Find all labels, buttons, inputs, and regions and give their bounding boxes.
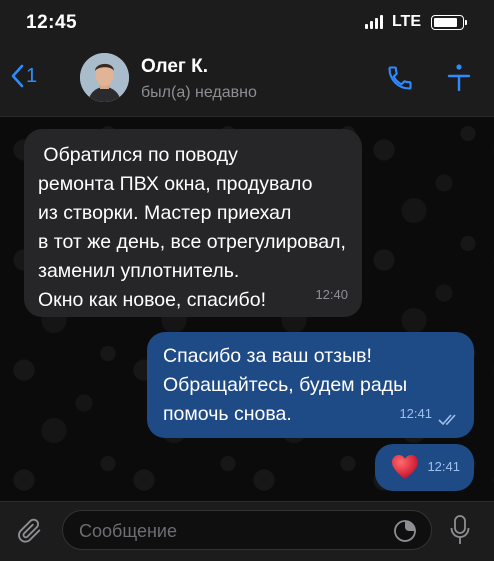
heart-emoji-icon bbox=[392, 455, 418, 479]
attach-button[interactable] bbox=[16, 516, 44, 551]
message-time: 12:41 bbox=[427, 459, 460, 474]
status-indicators: LTE bbox=[364, 13, 467, 31]
contact-name[interactable]: Олег К. bbox=[141, 56, 208, 78]
contact-status: был(а) недавно bbox=[141, 84, 257, 101]
microphone-icon bbox=[450, 515, 470, 544]
composer: Сообщение bbox=[0, 501, 494, 561]
battery-fill bbox=[434, 17, 457, 27]
message-text: Обратился по поводу ремонта ПВХ окна, пр… bbox=[38, 144, 346, 311]
message-time: 12:40 bbox=[315, 287, 348, 302]
status-time: 12:45 bbox=[26, 12, 78, 33]
more-button[interactable] bbox=[446, 62, 472, 99]
outgoing-message[interactable]: Спасибо за ваш отзыв! Обращайтесь, будем… bbox=[147, 332, 474, 438]
message-list[interactable]: Обратился по поводу ремонта ПВХ окна, пр… bbox=[0, 117, 494, 501]
chevron-left-icon bbox=[11, 64, 24, 88]
unread-count: 1 bbox=[26, 64, 38, 87]
message-input[interactable]: Сообщение bbox=[62, 510, 432, 550]
battery-icon bbox=[431, 14, 467, 30]
back-button[interactable]: 1 bbox=[10, 64, 37, 88]
incoming-message[interactable]: Обратился по поводу ремонта ПВХ окна, пр… bbox=[24, 129, 362, 317]
network-label: LTE bbox=[391, 13, 421, 30]
avatar-photo bbox=[80, 53, 129, 102]
message-time: 12:41 bbox=[399, 406, 432, 421]
status-bar: 12:45 LTE bbox=[0, 0, 494, 44]
outgoing-emoji-message[interactable]: 12:41 bbox=[375, 444, 474, 491]
avatar[interactable] bbox=[80, 53, 129, 102]
phone-icon bbox=[388, 66, 412, 90]
paperclip-icon bbox=[18, 518, 41, 543]
more-vertical-icon bbox=[447, 64, 471, 92]
read-checkmark-icon bbox=[438, 414, 456, 426]
call-button[interactable] bbox=[386, 64, 414, 97]
message-input-placeholder: Сообщение bbox=[79, 521, 177, 541]
sticker-button[interactable] bbox=[393, 519, 417, 548]
sticker-icon bbox=[394, 520, 416, 542]
signal-icon bbox=[364, 15, 383, 29]
chat-header: 1 Олег К. был(а) недавно bbox=[0, 44, 494, 117]
voice-message-button[interactable] bbox=[450, 514, 470, 551]
